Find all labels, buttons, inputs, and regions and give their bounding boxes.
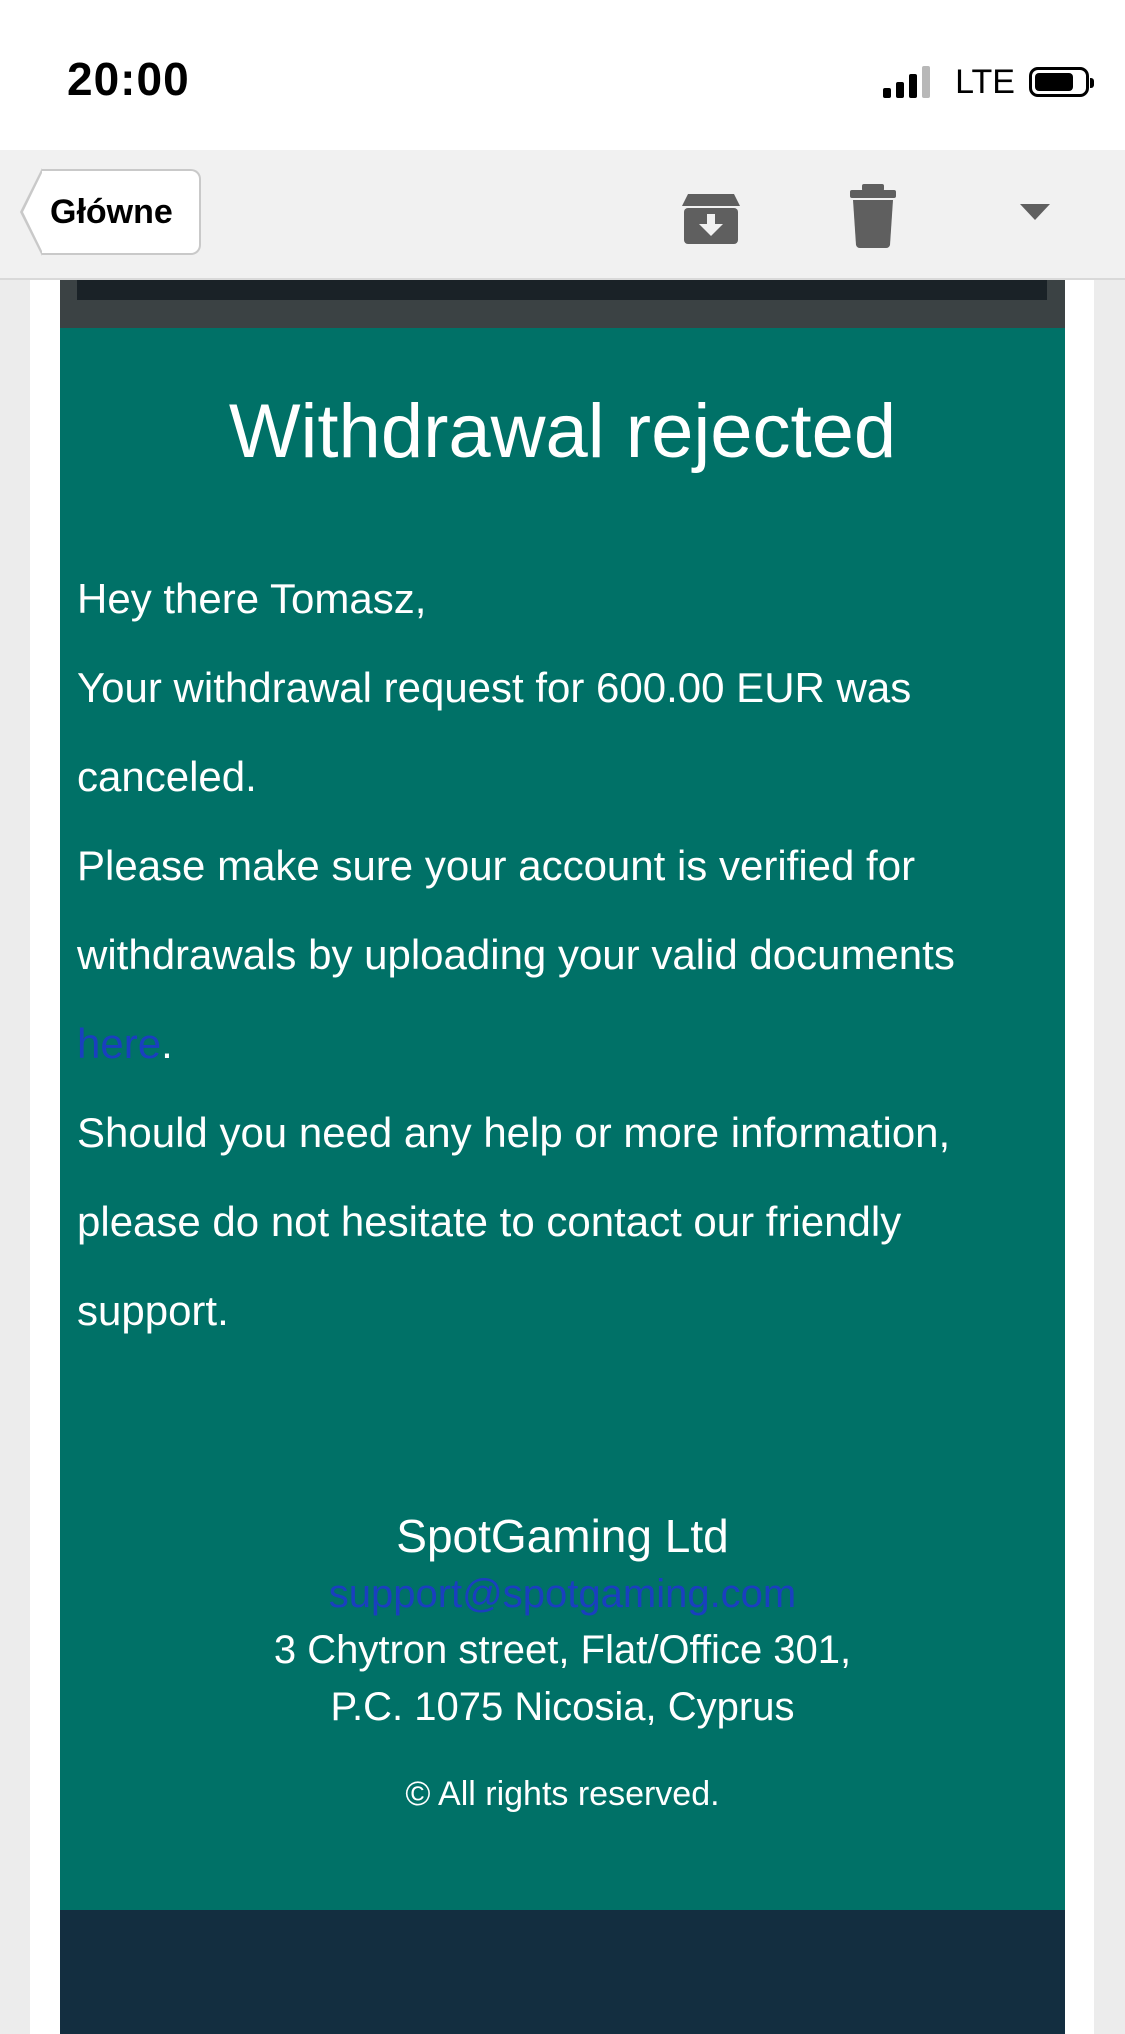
back-arrow-icon (20, 168, 43, 256)
paragraph-withdrawal: Your withdrawal request for 600.00 EUR w… (77, 664, 912, 800)
signal-icon (883, 66, 935, 98)
email-header-inner (77, 280, 1047, 300)
support-email-link[interactable]: support@spotgaming.com (60, 1566, 1065, 1622)
trash-icon[interactable] (838, 182, 908, 252)
back-button-label: Główne (42, 169, 201, 255)
email-title: Withdrawal rejected (228, 389, 897, 474)
status-indicators: LTE (883, 62, 1094, 102)
status-bar: 20:00 LTE (0, 0, 1125, 150)
company-name: SpotGaming Ltd (396, 1510, 729, 1562)
paragraph-support: Should you need any help or more informa… (77, 1109, 951, 1334)
email-card: Withdrawal rejected Hey there Tomasz, Yo… (60, 328, 1065, 1910)
back-button[interactable]: Główne (20, 168, 201, 256)
greeting: Hey there Tomasz, (77, 575, 427, 622)
upload-documents-link[interactable]: here (77, 1020, 161, 1067)
email-bottom-bar (60, 1910, 1065, 2034)
email-header-bar (60, 280, 1065, 328)
email-footer: SpotGaming Ltd support@spotgaming.com 3 … (60, 1506, 1065, 1816)
dropdown-arrow-icon[interactable] (1000, 194, 1070, 264)
paragraph-verification: Please make sure your account is verifie… (77, 821, 1052, 1088)
address-line-1: 3 Chytron street, Flat/Office 301, (273, 1628, 852, 1672)
address-line-2: P.C. 1075 Nicosia, Cyprus (330, 1685, 795, 1729)
copyright: © All rights reserved. (405, 1775, 720, 1813)
archive-icon[interactable] (676, 182, 746, 252)
status-time: 20:00 (67, 53, 190, 105)
verification-text: Please make sure your account is verifie… (77, 842, 955, 978)
battery-fill (1035, 73, 1073, 91)
verification-period: . (161, 1020, 173, 1067)
network-label: LTE (955, 62, 1015, 101)
mail-toolbar: Główne (0, 150, 1125, 280)
email-body: Hey there Tomasz, Your withdrawal reques… (77, 554, 1052, 1355)
battery-icon (1029, 67, 1094, 97)
